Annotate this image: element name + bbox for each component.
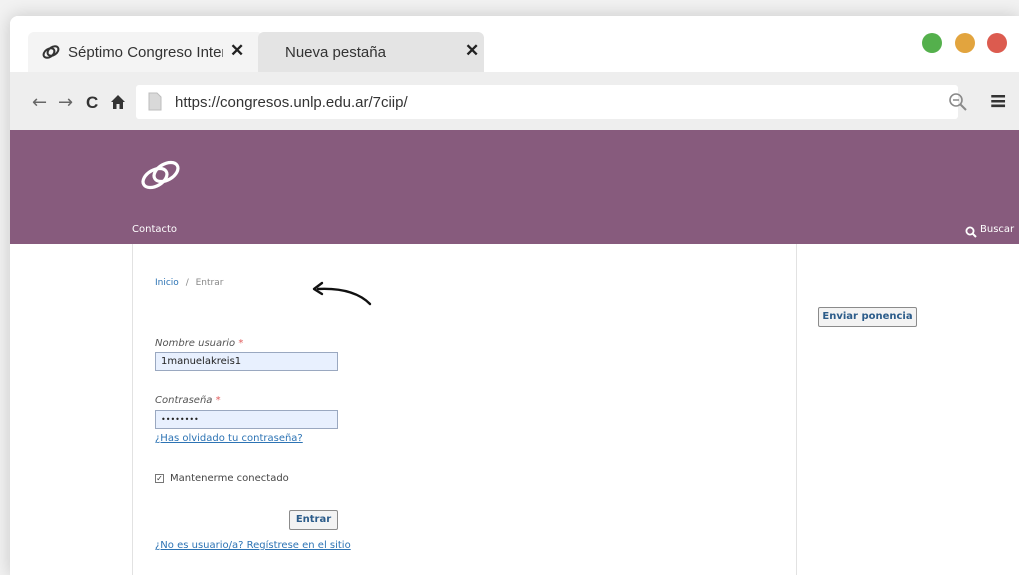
search-icon[interactable] bbox=[948, 92, 968, 116]
close-window-dot[interactable] bbox=[987, 33, 1007, 53]
username-field[interactable]: 1manuelakreis1 bbox=[155, 352, 338, 371]
menu-buscar[interactable]: Buscar bbox=[980, 224, 1014, 235]
page-body: Inicio / Entrar Nombre usuario * 1manuel… bbox=[10, 244, 1019, 575]
forward-arrow-icon[interactable]: → bbox=[58, 92, 73, 113]
menu-icon[interactable]: ≡ bbox=[989, 89, 1007, 114]
breadcrumb-current: Entrar bbox=[195, 278, 224, 288]
reload-icon[interactable]: C bbox=[86, 93, 98, 113]
breadcrumb-home-link[interactable]: Inicio bbox=[155, 278, 179, 288]
required-mark: * bbox=[215, 395, 221, 406]
username-label: Nombre usuario * bbox=[155, 338, 243, 349]
tab-strip: Séptimo Congreso Intern ✕ Nueva pestaña … bbox=[10, 16, 1019, 72]
site-header: Contacto Buscar bbox=[10, 130, 1019, 244]
browser-window: Séptimo Congreso Intern ✕ Nueva pestaña … bbox=[10, 16, 1019, 575]
column-divider bbox=[132, 244, 133, 575]
minimize-dot[interactable] bbox=[955, 33, 975, 53]
breadcrumb: Inicio / Entrar bbox=[155, 278, 223, 288]
tab-label: Séptimo Congreso Intern bbox=[68, 44, 223, 61]
enviar-ponencia-button[interactable]: Enviar ponencia bbox=[818, 307, 917, 327]
tab-nueva-pestana[interactable]: Nueva pestaña ✕ bbox=[258, 32, 484, 72]
password-label-text: Contraseña bbox=[155, 395, 213, 406]
remember-label: Mantenerme conectado bbox=[170, 473, 289, 484]
username-label-text: Nombre usuario bbox=[155, 338, 236, 349]
url-text: https://congresos.unlp.edu.ar/7ciip/ bbox=[175, 94, 408, 111]
url-field[interactable]: https://congresos.unlp.edu.ar/7ciip/ bbox=[136, 85, 958, 119]
register-link[interactable]: ¿No es usuario/a? Regístrese en el sitio bbox=[155, 540, 351, 551]
annotation-arrow-icon bbox=[310, 280, 372, 312]
back-arrow-icon[interactable]: ← bbox=[32, 92, 47, 113]
maximize-dot[interactable] bbox=[922, 33, 942, 53]
remember-checkbox[interactable]: ✓ bbox=[155, 474, 164, 483]
menu-contacto[interactable]: Contacto bbox=[132, 224, 177, 235]
link-chain-icon bbox=[41, 42, 61, 66]
tab-congreso[interactable]: Séptimo Congreso Intern ✕ bbox=[28, 32, 263, 72]
tab-label: Nueva pestaña bbox=[285, 44, 386, 61]
page-icon bbox=[148, 92, 162, 115]
home-icon[interactable] bbox=[110, 94, 126, 114]
password-label: Contraseña * bbox=[155, 395, 221, 406]
password-field[interactable]: •••••••• bbox=[155, 410, 338, 429]
breadcrumb-separator: / bbox=[185, 278, 189, 288]
close-icon[interactable]: ✕ bbox=[465, 41, 479, 61]
close-icon[interactable]: ✕ bbox=[230, 41, 244, 61]
required-mark: * bbox=[238, 338, 244, 349]
entrar-button[interactable]: Entrar bbox=[289, 510, 338, 530]
column-divider bbox=[796, 244, 797, 575]
forgot-password-link[interactable]: ¿Has olvidado tu contraseña? bbox=[155, 433, 303, 444]
site-logo[interactable] bbox=[138, 158, 184, 196]
search-icon[interactable] bbox=[965, 223, 977, 242]
